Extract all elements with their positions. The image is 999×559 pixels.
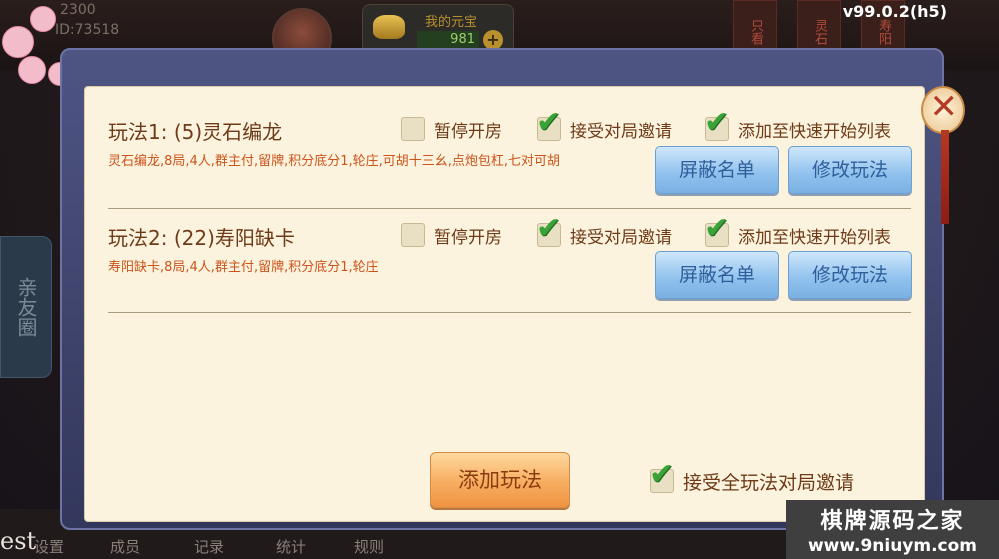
- block-list-button[interactable]: 屏蔽名单: [655, 251, 779, 299]
- pause-room-checkbox[interactable]: 暂停开房: [401, 222, 502, 248]
- version-label: v99.0.2(h5): [842, 2, 947, 21]
- checkmark-icon: ✔: [536, 105, 562, 140]
- checkbox-label: 接受对局邀请: [570, 121, 672, 142]
- checkmark-icon: ✔: [704, 211, 730, 246]
- checkbox-checked-icon: ✔: [649, 460, 674, 493]
- edit-rule-button[interactable]: 修改玩法: [788, 251, 912, 299]
- checkbox-label: 接受对局邀请: [570, 227, 672, 248]
- checkmark-icon: ✔: [649, 457, 675, 492]
- checkmark-icon: ✔: [536, 211, 562, 246]
- accept-invite-checkbox[interactable]: ✔ 接受对局邀请: [536, 214, 672, 248]
- watermark-url: www.9niuym.com: [807, 536, 978, 556]
- bottom-tab-records[interactable]: 记录: [194, 536, 224, 557]
- quick-start-checkbox[interactable]: ✔ 添加至快速开始列表: [704, 214, 891, 248]
- checkbox-label: 暂停开房: [434, 227, 502, 248]
- checkbox-label: 添加至快速开始列表: [738, 227, 891, 248]
- rule-description: 灵石编龙,8局,4人,群主付,留牌,积分底分1,轮庄,可胡十三幺,点炮包杠,七对…: [108, 154, 561, 169]
- rule-title: 玩法1: (5)灵石编龙: [108, 120, 283, 144]
- checkbox-checked-icon: ✔: [704, 108, 729, 141]
- blossom-decoration: [18, 56, 46, 84]
- add-rule-button[interactable]: 添加玩法: [430, 452, 570, 508]
- bottom-tab-stats[interactable]: 统计: [276, 536, 306, 557]
- pause-room-checkbox[interactable]: 暂停开房: [401, 116, 502, 142]
- checkbox-label: 接受全玩法对局邀请: [683, 471, 855, 494]
- gold-ingot-icon: [373, 15, 405, 39]
- score-text: 2300: [60, 2, 96, 18]
- edit-rule-button[interactable]: 修改玩法: [788, 146, 912, 194]
- add-yuanbao-button[interactable]: +: [483, 30, 503, 50]
- watermark: 棋牌源码之家 www.9niuym.com: [786, 500, 999, 559]
- tassel-decoration: [941, 130, 949, 224]
- row-divider: [108, 312, 911, 313]
- checkbox-empty-icon: [401, 223, 425, 247]
- rule-title: 玩法2: (22)寿阳缺卡: [108, 226, 295, 250]
- checkbox-label: 暂停开房: [434, 121, 502, 142]
- bottom-letters: est: [0, 527, 37, 555]
- bottom-tab-rules[interactable]: 规则: [354, 536, 384, 557]
- checkbox-checked-icon: ✔: [704, 214, 729, 247]
- quick-start-checkbox[interactable]: ✔ 添加至快速开始列表: [704, 108, 891, 142]
- yuanbao-value: 981: [417, 31, 479, 49]
- yuanbao-panel: 我的元宝 981 +: [362, 4, 514, 54]
- blossom-decoration: [30, 6, 56, 32]
- rule-description: 寿阳缺卡,8局,4人,群主付,留牌,积分底分1,轮庄: [108, 260, 379, 275]
- friend-circle-tab[interactable]: 亲友圈: [0, 236, 52, 378]
- blossom-decoration: [2, 26, 34, 58]
- checkbox-label: 添加至快速开始列表: [738, 121, 891, 142]
- checkbox-empty-icon: [401, 117, 425, 141]
- row-divider: [108, 208, 911, 209]
- checkmark-icon: ✔: [704, 105, 730, 140]
- checkbox-checked-icon: ✔: [536, 214, 561, 247]
- accept-invite-checkbox[interactable]: ✔ 接受对局邀请: [536, 108, 672, 142]
- bottom-tab-settings[interactable]: 设置: [34, 536, 64, 557]
- close-icon[interactable]: ✕: [930, 87, 959, 127]
- block-list-button[interactable]: 屏蔽名单: [655, 146, 779, 194]
- watermark-title: 棋牌源码之家: [820, 509, 965, 534]
- yuanbao-label: 我的元宝: [425, 15, 478, 30]
- bottom-tab-members[interactable]: 成员: [110, 536, 140, 557]
- checkbox-checked-icon: ✔: [536, 108, 561, 141]
- accept-all-invite-checkbox[interactable]: ✔ 接受全玩法对局邀请: [649, 460, 855, 494]
- player-id-text: ID:73518: [55, 22, 120, 38]
